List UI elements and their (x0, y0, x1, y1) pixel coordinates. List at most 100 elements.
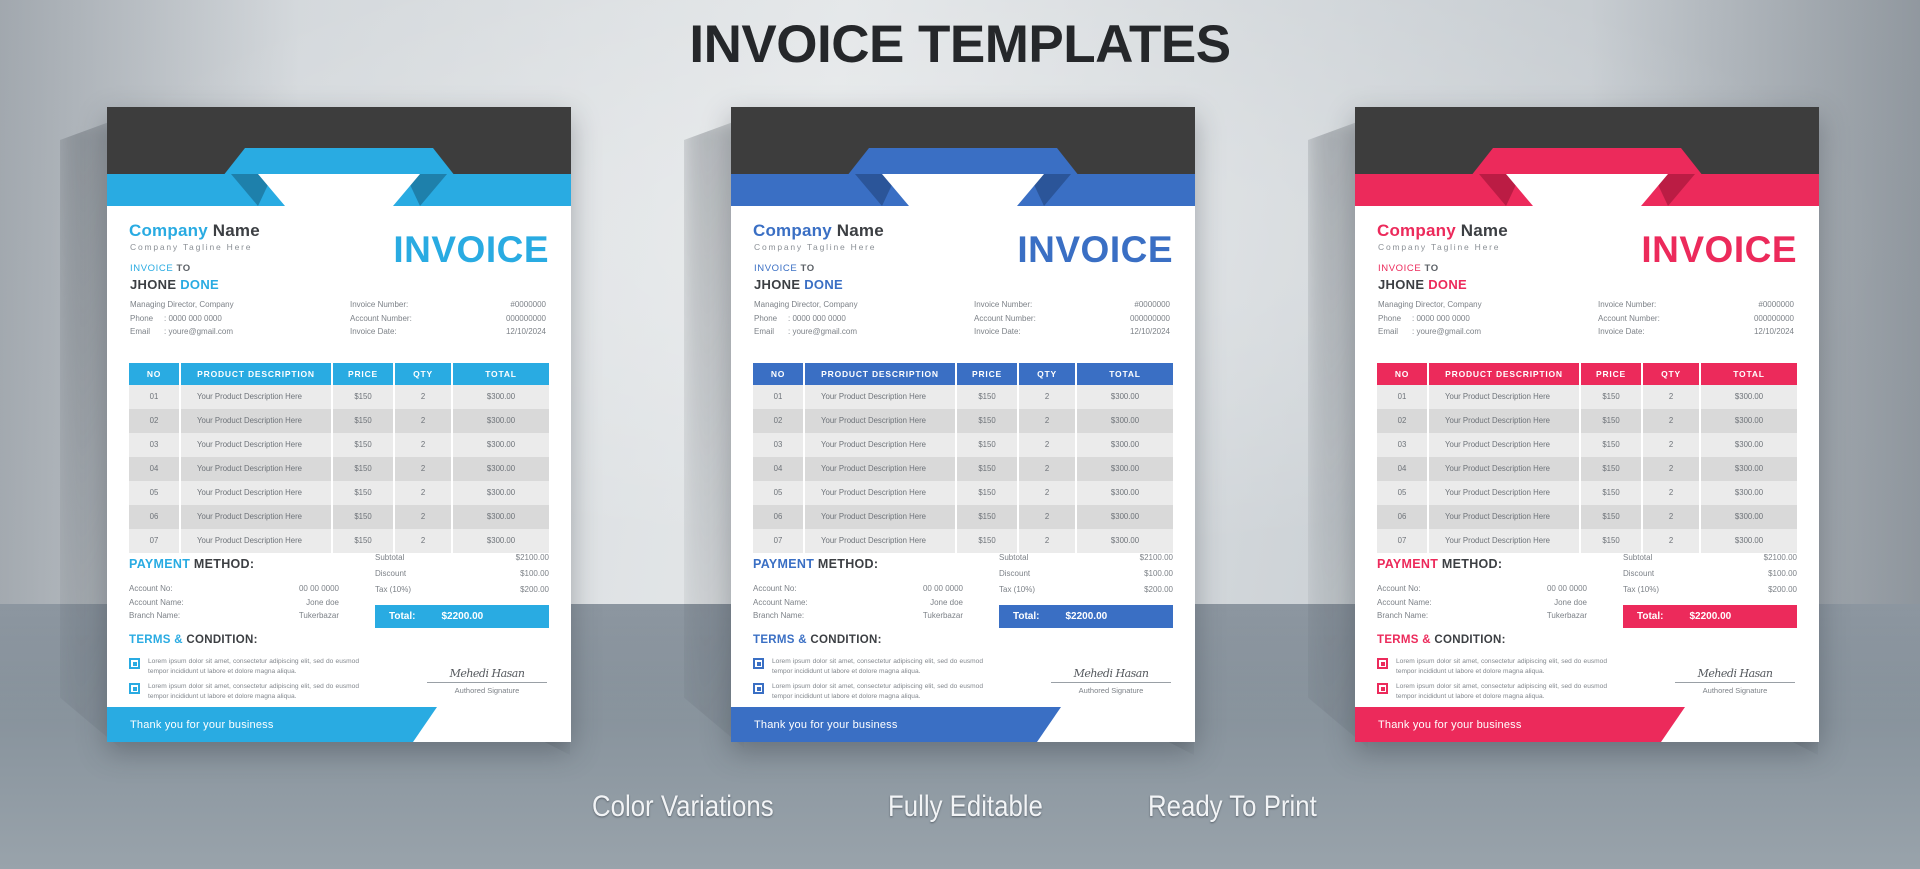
payment-label: Account Name: (753, 597, 808, 607)
terms-title-part1: TERMS & (1377, 634, 1431, 646)
table-cell: 2 (395, 505, 453, 529)
table-cell: 2 (395, 481, 453, 505)
payment-row: Account Name: Jone doe (753, 596, 963, 610)
contact-label: Phone (130, 313, 154, 323)
table-cell: Your Product Description Here (181, 481, 333, 505)
terms-item: Lorem ipsum dolor sit amet, consectetur … (129, 682, 359, 701)
table-row[interactable]: 02 Your Product Description Here $150 2 $300… (129, 409, 549, 433)
table-row[interactable]: 06 Your Product Description Here $150 2 $300… (129, 505, 549, 529)
table-cell: Your Product Description Here (181, 385, 333, 409)
table-cell: $150 (333, 481, 395, 505)
contact-value: Managing Director, Company (1378, 300, 1482, 309)
summary-label: Subtotal (999, 553, 1029, 562)
signature-block: Mehedi Hasan Authored Signature (1675, 667, 1795, 695)
table-header-cell: QTY (1019, 363, 1077, 385)
company-name: Company Name (129, 221, 260, 241)
table-cell: Your Product Description Here (1429, 433, 1581, 457)
table-cell: 03 (753, 433, 805, 457)
table-header-cell: PRICE (333, 363, 395, 385)
table-cell: $300.00 (1701, 481, 1797, 505)
summary-row: Subtotal $2100.00 (375, 550, 549, 566)
table-row[interactable]: 05 Your Product Description Here $150 2 $300… (129, 481, 549, 505)
contact-value: Managing Director, Company (130, 300, 234, 309)
page-title: INVOICE TEMPLATES (689, 15, 1231, 74)
table-cell: Your Product Description Here (805, 481, 957, 505)
total-label: Total: (1013, 611, 1040, 622)
table-row[interactable]: 06 Your Product Description Here $150 2 $300… (1377, 505, 1797, 529)
summary-label: Discount (1623, 569, 1655, 578)
table-row[interactable]: 02 Your Product Description Here $150 2 $300… (1377, 409, 1797, 433)
company-tagline: Company Tagline Here (1378, 242, 1501, 252)
items-table: NO PRODUCT DESCRIPTION PRICE QTY TOTAL 01 You… (1377, 363, 1797, 553)
payment-row: Account No: 00 00 0000 (1377, 582, 1587, 596)
table-cell: 04 (129, 457, 181, 481)
summary-row: Discount $100.00 (375, 566, 549, 582)
invoice-body: Company Name Company Tagline Here INVOIC… (1355, 205, 1819, 742)
table-cell: Your Product Description Here (805, 457, 957, 481)
table-cell: Your Product Description Here (181, 505, 333, 529)
summary-block: Subtotal $2100.00 Discount $100.00 Tax (… (999, 550, 1173, 598)
table-row[interactable]: 01 Your Product Description Here $150 2 $300… (1377, 385, 1797, 409)
terms-item: Lorem ipsum dolor sit amet, consectetur … (1377, 682, 1607, 701)
contact-line: Managing Director, Company (130, 298, 234, 312)
table-cell: 04 (1377, 457, 1429, 481)
table-row[interactable]: 02 Your Product Description Here $150 2 $300… (753, 409, 1173, 433)
header-notch (1506, 174, 1668, 206)
meta-value: 000000000 (1129, 313, 1170, 323)
company-tagline: Company Tagline Here (130, 242, 253, 252)
client-last-name: DONE (180, 277, 219, 292)
table-row[interactable]: 04 Your Product Description Here $150 2 $300… (1377, 457, 1797, 481)
payment-row: Account No: 00 00 0000 (129, 582, 339, 596)
table-header-cell: PRICE (957, 363, 1019, 385)
table-cell: $300.00 (1701, 385, 1797, 409)
payment-value: Tukerbazar (298, 611, 339, 620)
invoice-sheet-crimson-pink[interactable]: Company Name Company Tagline Here INVOIC… (1355, 107, 1819, 742)
table-row[interactable]: 04 Your Product Description Here $150 2 $300… (753, 457, 1173, 481)
company-tagline: Company Tagline Here (754, 242, 877, 252)
checkbox-icon (1377, 658, 1388, 669)
payment-value: Jone doe (306, 597, 339, 607)
terms-text: Lorem ipsum dolor sit amet, consectetur … (1396, 658, 1607, 675)
payment-title-part2: METHOD: (193, 557, 255, 571)
table-row[interactable]: 03 Your Product Description Here $150 2 $300… (1377, 433, 1797, 457)
table-row[interactable]: 03 Your Product Description Here $150 2 $300… (129, 433, 549, 457)
table-header-cell: TOTAL (1077, 363, 1173, 385)
contact-value: : youre@gmail.com (788, 327, 858, 336)
table-cell: $150 (333, 433, 395, 457)
summary-label: Subtotal (375, 553, 405, 562)
table-row[interactable]: 01 Your Product Description Here $150 2 $300… (753, 385, 1173, 409)
summary-label: Subtotal (1623, 553, 1653, 562)
signature-line (427, 682, 547, 683)
table-cell: $300.00 (1077, 505, 1173, 529)
checkbox-icon (129, 683, 140, 694)
summary-label: Discount (999, 569, 1031, 578)
company-name-part2: Name (212, 221, 260, 240)
table-row[interactable]: 04 Your Product Description Here $150 2 $300… (129, 457, 549, 481)
contact-line: Managing Director, Company (1378, 298, 1482, 312)
summary-row: Discount $100.00 (999, 566, 1173, 582)
table-row[interactable]: 05 Your Product Description Here $150 2 $300… (1377, 481, 1797, 505)
table-cell: $150 (957, 505, 1019, 529)
payment-label: Account Name: (129, 597, 184, 607)
client-first-name: JHONE (754, 277, 801, 292)
summary-value: $100.00 (1144, 569, 1173, 578)
table-row[interactable]: 01 Your Product Description Here $150 2 $300… (129, 385, 549, 409)
table-cell: $300.00 (453, 409, 549, 433)
table-cell: $300.00 (1077, 433, 1173, 457)
invoice-sheet-light-blue[interactable]: Company Name Company Tagline Here INVOIC… (107, 107, 571, 742)
invoice-to-part2: TO (1424, 263, 1439, 274)
invoice-heading: INVOICE (393, 229, 549, 270)
meta-value: 12/10/2024 (505, 327, 546, 336)
total-value: $2200.00 (441, 611, 484, 622)
table-cell: $300.00 (1701, 409, 1797, 433)
table-header-cell: PRODUCT DESCRIPTION (1429, 363, 1581, 385)
terms-item: Lorem ipsum dolor sit amet, consectetur … (753, 657, 983, 676)
payment-details: Account No: 00 00 0000 Account Name: Jon… (1377, 582, 1587, 623)
table-row[interactable]: 06 Your Product Description Here $150 2 $300… (753, 505, 1173, 529)
invoice-body: Company Name Company Tagline Here INVOIC… (107, 205, 571, 742)
invoice-sheet-royal-blue[interactable]: Company Name Company Tagline Here INVOIC… (731, 107, 1195, 742)
invoice-meta-block: Invoice Number: #0000000 Account Number:… (974, 298, 1170, 339)
footer-thank-you-band: Thank you for your business (1355, 707, 1685, 742)
table-row[interactable]: 05 Your Product Description Here $150 2 $300… (753, 481, 1173, 505)
table-row[interactable]: 03 Your Product Description Here $150 2 $300… (753, 433, 1173, 457)
